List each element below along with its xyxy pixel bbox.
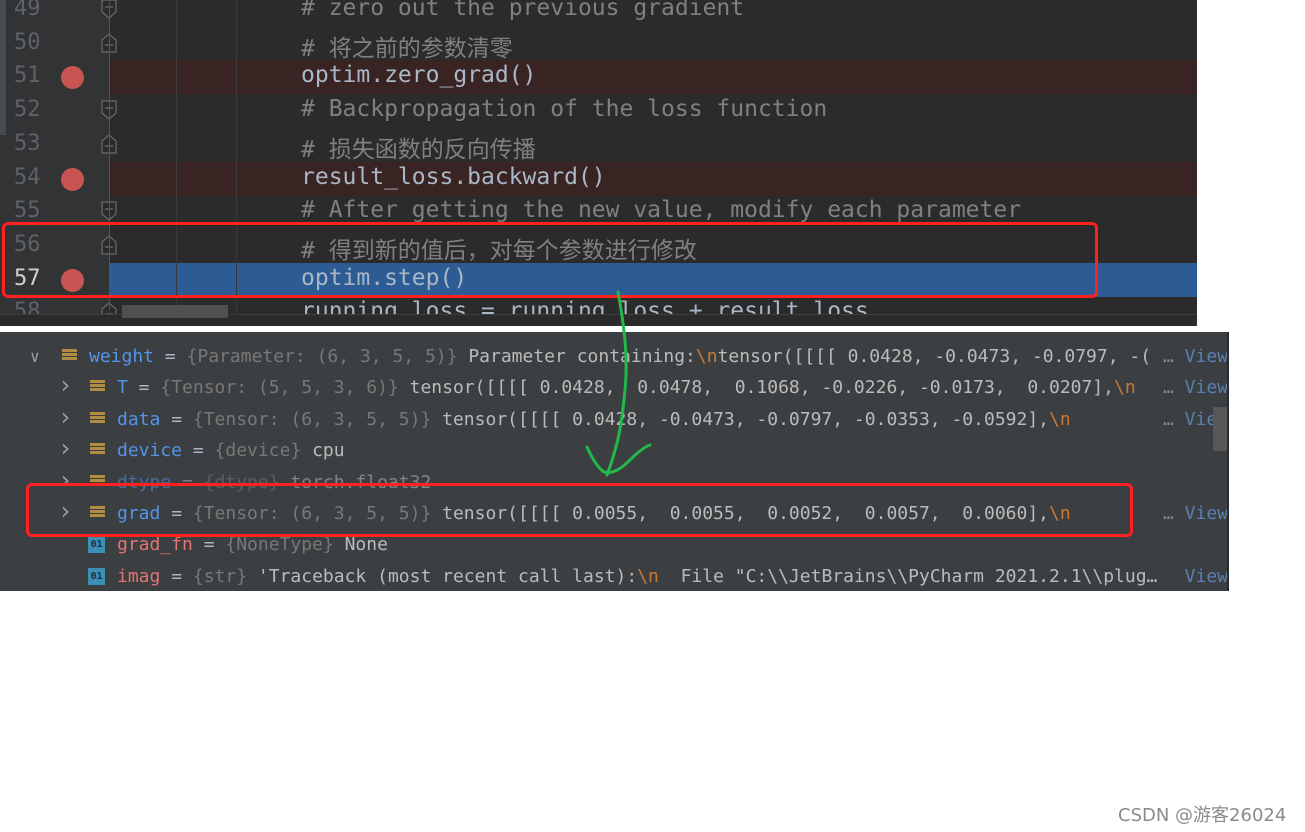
variable-row-imag[interactable]: 01 imag = {str} 'Traceback (most recent c… xyxy=(0,561,1229,591)
variable-content: imag = {str} 'Traceback (most recent cal… xyxy=(117,561,1157,591)
equals-sign: = xyxy=(154,346,187,367)
chevron-right-icon[interactable]: › xyxy=(58,370,72,401)
view-link-label: View xyxy=(1184,565,1228,587)
vertical-scrollbar[interactable] xyxy=(1213,407,1227,451)
variable-name: data xyxy=(117,408,161,430)
code-line[interactable]: 53 # 损失函数的反向传播 xyxy=(0,128,1197,164)
line-background xyxy=(110,27,1197,61)
primitive-value-icon: 01 xyxy=(88,567,105,585)
line-number[interactable]: 52 xyxy=(14,97,41,122)
field-icon xyxy=(90,380,105,395)
ellipsis: … xyxy=(1162,503,1174,524)
breakpoint-icon[interactable] xyxy=(61,167,84,191)
view-link-label: View xyxy=(1184,503,1228,524)
variable-content: T = {Tensor: (5, 5, 3, 6)} tensor([[[[ 0… xyxy=(117,372,1136,403)
variable-value: Parameter containing: xyxy=(457,346,696,367)
code-comment[interactable]: # 损失函数的反向传播 xyxy=(301,130,536,164)
line-number[interactable]: 49 xyxy=(14,0,41,21)
variable-value-continued: File "C:\\JetBrains\\PyCharm 2021.2.1\\p… xyxy=(658,565,1158,587)
variable-name: T xyxy=(117,377,128,399)
equals-sign: = xyxy=(160,565,193,587)
equals-sign: = xyxy=(192,534,226,556)
line-number[interactable]: 51 xyxy=(14,63,41,88)
code-line[interactable]: 50 # 将之前的参数清零 xyxy=(0,27,1197,63)
chevron-right-icon[interactable]: › xyxy=(58,402,72,433)
variable-value-continued: tensor([[[[ 0.0428, -0.0473, -0.0797, -( xyxy=(717,346,1152,367)
variable-name: device xyxy=(117,440,183,462)
variable-row-device[interactable]: › device = {device} cpu xyxy=(0,433,1229,466)
code-line[interactable]: 54 result_loss.backward() xyxy=(0,161,1197,196)
horizontal-scrollbar[interactable] xyxy=(122,305,228,318)
line-number[interactable]: 50 xyxy=(14,30,41,55)
line-background xyxy=(110,128,1197,162)
highlight-box-grad xyxy=(26,483,1133,537)
debugger-variables-panel[interactable]: ∨ weight = {Parameter: (6, 3, 5, 5)} Para… xyxy=(0,332,1229,591)
line-number[interactable]: 53 xyxy=(14,131,41,156)
ellipsis: … xyxy=(1162,377,1174,399)
panel-edge xyxy=(1227,332,1229,591)
code-comment[interactable]: # After getting the new value, modify ea… xyxy=(301,197,1021,223)
primitive-value-icon: 01 xyxy=(88,536,105,554)
equals-sign: = xyxy=(182,440,215,462)
variable-value: tensor([[[[ 0.0428, -0.0473, -0.0797, -0… xyxy=(431,408,1050,430)
view-link-label: View xyxy=(1184,377,1228,399)
variable-row-weight[interactable]: ∨ weight = {Parameter: (6, 3, 5, 5)} Para… xyxy=(0,341,1229,372)
escape-sequence: \n xyxy=(637,565,659,587)
escape-sequence: \n xyxy=(1049,408,1071,430)
code-line[interactable]: 51 optim.zero_grad() xyxy=(0,60,1197,95)
breakpoint-icon[interactable] xyxy=(61,66,84,90)
equals-sign: = xyxy=(160,408,193,430)
variable-content: device = {device} cpu xyxy=(117,435,345,466)
view-link[interactable]: … View xyxy=(1163,341,1228,372)
view-link[interactable]: … View xyxy=(1163,498,1228,529)
view-link[interactable]: … View xyxy=(1163,372,1228,403)
field-icon xyxy=(62,349,77,364)
variable-value: tensor([[[[ 0.0428, 0.0478, 0.1068, -0.0… xyxy=(398,377,1115,399)
variable-type: {str} xyxy=(192,565,248,587)
code-line[interactable]: 49 # zero out the previous gradient xyxy=(0,0,1197,27)
ellipsis: … xyxy=(1162,346,1174,367)
variable-content: weight = {Parameter: (6, 3, 5, 5)} Param… xyxy=(89,341,1151,372)
variable-name: imag xyxy=(117,565,161,587)
variable-type: {Tensor: (6, 3, 5, 5)} xyxy=(192,408,432,430)
variable-name: weight xyxy=(89,346,155,367)
variable-type: {Parameter: (6, 3, 5, 5)} xyxy=(186,346,458,367)
variable-content: data = {Tensor: (6, 3, 5, 5)} tensor([[[… xyxy=(117,404,1071,435)
variable-type: {Tensor: (5, 5, 3, 6)} xyxy=(160,377,399,399)
code-comment[interactable]: # Backpropagation of the loss function xyxy=(301,96,827,122)
variable-row-data[interactable]: › data = {Tensor: (6, 3, 5, 5)} tensor([[… xyxy=(0,402,1229,435)
ellipsis: … xyxy=(1162,408,1174,430)
field-icon xyxy=(90,411,105,427)
view-link-label: View xyxy=(1184,346,1228,367)
escape-sequence: \n xyxy=(695,346,718,367)
breakpoint-line-highlight xyxy=(110,60,1197,95)
chevron-right-icon[interactable]: › xyxy=(58,433,72,464)
variable-type: {NoneType} xyxy=(225,534,334,556)
code-line[interactable]: 52 # Backpropagation of the loss function xyxy=(0,94,1197,128)
variable-value: cpu xyxy=(301,440,345,462)
code-comment[interactable]: # 将之前的参数清零 xyxy=(301,29,513,63)
variable-value: 'Traceback (most recent call last): xyxy=(247,565,638,587)
variable-name: grad_fn xyxy=(117,534,193,556)
code-comment[interactable]: # zero out the previous gradient xyxy=(301,0,744,21)
line-number[interactable]: 55 xyxy=(14,198,41,223)
field-icon xyxy=(90,443,105,458)
line-number[interactable]: 54 xyxy=(14,165,41,190)
variable-type: {device} xyxy=(214,440,302,462)
equals-sign: = xyxy=(127,377,161,399)
chevron-down-icon[interactable]: ∨ xyxy=(30,341,40,372)
escape-sequence: \n xyxy=(1114,377,1136,399)
code-statement[interactable]: optim.zero_grad() xyxy=(301,62,536,88)
view-link[interactable]: View xyxy=(1185,561,1228,591)
breakpoint-line-highlight xyxy=(110,161,1197,196)
highlight-box-current-line xyxy=(2,222,1098,298)
watermark: CSDN @游客26024 xyxy=(1118,805,1287,826)
variable-row-t[interactable]: › T = {Tensor: (5, 5, 3, 6)} tensor([[[[ … xyxy=(0,370,1229,403)
code-statement[interactable]: result_loss.backward() xyxy=(301,164,606,190)
variable-value: None xyxy=(333,534,388,556)
